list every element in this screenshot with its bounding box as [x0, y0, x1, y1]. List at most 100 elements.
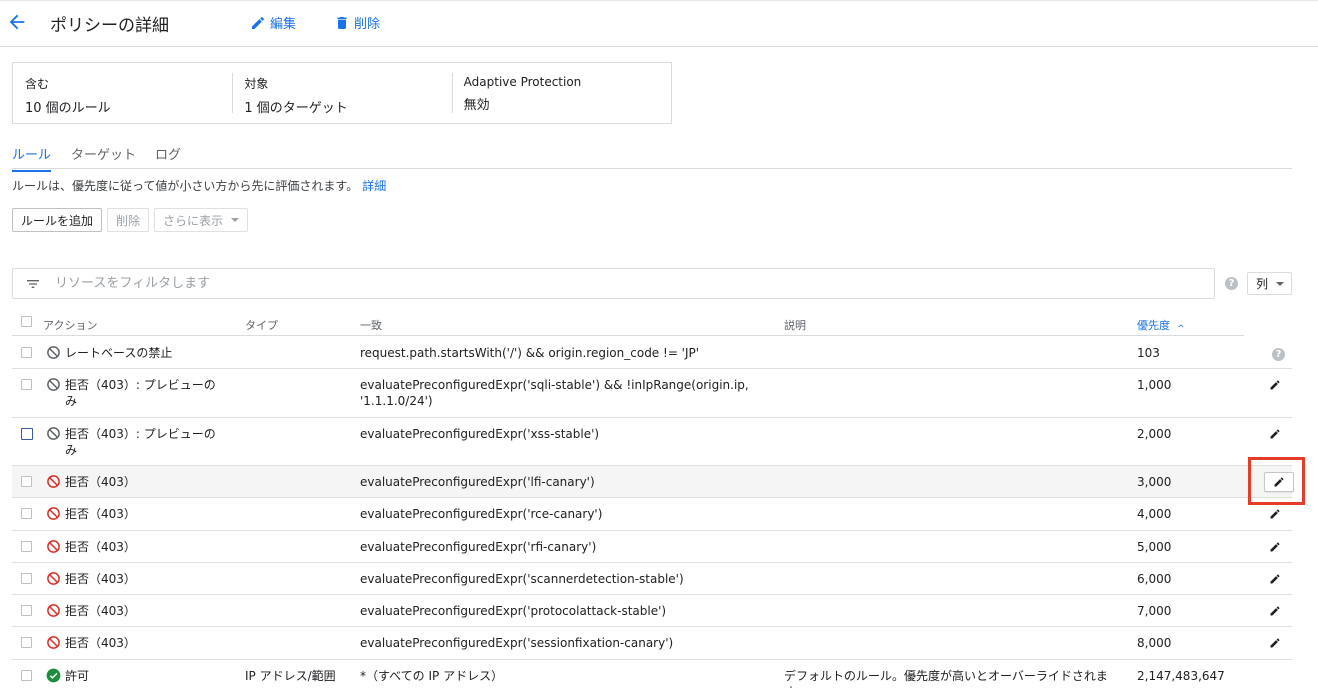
row-priority: 3,000	[1137, 475, 1172, 489]
row-match: evaluatePreconfiguredExpr('xss-stable')	[360, 427, 600, 441]
edit-rule-button[interactable]	[1268, 572, 1282, 586]
column-header-priority[interactable]: 優先度	[1137, 317, 1186, 333]
column-header-action[interactable]: アクション	[43, 317, 97, 333]
table-row[interactable]: 拒否（403） evaluatePreconfiguredExpr('protoc…	[12, 595, 1292, 627]
column-header-type[interactable]: タイプ	[245, 317, 278, 333]
edit-policy-button[interactable]: 編集	[250, 13, 296, 32]
row-match: evaluatePreconfiguredExpr('rfi-canary')	[360, 540, 597, 554]
row-match: evaluatePreconfiguredExpr('sessionfixati…	[360, 636, 674, 650]
row-priority: 1,000	[1137, 378, 1172, 392]
table-row[interactable]: 拒否（403） evaluatePreconfiguredExpr('rfi-ca…	[12, 531, 1292, 563]
select-all-checkbox[interactable]	[21, 316, 32, 327]
ban-red-icon	[46, 506, 61, 525]
help-icon[interactable]: ?	[1272, 348, 1285, 361]
row-priority: 4,000	[1137, 507, 1172, 521]
row-priority: 5,000	[1137, 540, 1172, 554]
top-bar: ポリシーの詳細 編集 削除	[0, 0, 1318, 47]
more-dropdown-button[interactable]: さらに表示	[154, 208, 249, 232]
edit-policy-label: 編集	[270, 17, 297, 32]
table-row[interactable]: 許可 IP アドレス/範囲 *（すべての IP アドレス） デフォルトのルール。優先度…	[12, 660, 1292, 688]
filter-input[interactable]	[55, 276, 955, 291]
row-match: *（すべての IP アドレス）	[360, 669, 504, 683]
row-action: 拒否（403）: プレビューの み	[65, 378, 216, 408]
table-row[interactable]: 拒否（403） evaluatePreconfiguredExpr('sessio…	[12, 627, 1292, 660]
row-match: evaluatePreconfiguredExpr('rce-canary')	[360, 507, 603, 521]
row-action: 許可	[65, 669, 90, 683]
policy-summary-card: 含む 10 個のルール 対象 1 個のターゲット Adaptive Protec…	[12, 62, 672, 124]
delete-policy-button[interactable]: 削除	[334, 13, 380, 32]
row-checkbox[interactable]	[21, 573, 32, 584]
summary-label: Adaptive Protection	[463, 75, 582, 89]
row-match: evaluatePreconfiguredExpr('protocolattac…	[360, 604, 667, 618]
more-dropdown-label: さらに表示	[163, 213, 224, 228]
tab-rules[interactable]: ルール	[12, 144, 52, 172]
columns-button[interactable]: 列	[1247, 272, 1292, 295]
filter-icon	[27, 279, 39, 288]
row-checkbox[interactable]	[21, 637, 32, 648]
summary-label: 含む	[25, 77, 50, 91]
row-match: evaluatePreconfiguredExpr('sqli-stable')…	[360, 378, 749, 408]
table-row[interactable]: 拒否（403）: プレビューの み evaluatePreconfiguredEx…	[12, 369, 1292, 418]
column-header-description[interactable]: 説明	[784, 317, 806, 333]
row-priority: 2,000	[1137, 427, 1172, 441]
row-action: 拒否（403）	[65, 475, 136, 489]
learn-more-link[interactable]: 詳細	[362, 179, 386, 193]
row-checkbox[interactable]	[21, 670, 32, 681]
caret-down-icon	[231, 218, 240, 222]
pencil-icon	[252, 16, 265, 29]
edit-rule-button[interactable]	[1268, 636, 1282, 650]
row-checkbox[interactable]	[21, 379, 32, 390]
edit-rule-button[interactable]	[1268, 378, 1282, 392]
tab-logs[interactable]: ログ	[155, 144, 181, 170]
table-row[interactable]: 拒否（403） evaluatePreconfiguredExpr('lfi-ca…	[12, 466, 1294, 498]
row-action: レートベースの禁止	[65, 346, 173, 360]
page-title: ポリシーの詳細	[50, 16, 169, 36]
row-action: 拒否（403）	[65, 604, 136, 618]
summary-value: 10 個のルール	[25, 101, 111, 116]
row-priority: 6,000	[1137, 572, 1172, 586]
row-checkbox[interactable]	[21, 476, 32, 487]
ban-gray-icon	[46, 377, 61, 396]
summary-label: 対象	[244, 77, 269, 91]
column-header-priority-label: 優先度	[1137, 319, 1170, 332]
row-action: 拒否（403）: プレビューの み	[65, 427, 216, 457]
add-rule-button[interactable]: ルールを追加	[12, 208, 103, 232]
back-arrow-icon[interactable]	[6, 11, 28, 33]
column-header-match[interactable]: 一致	[360, 317, 382, 333]
table-row[interactable]: レートベースの禁止 request.path.startsWith('/') &&…	[12, 337, 1292, 369]
row-action: 拒否（403）	[65, 636, 136, 650]
edit-rule-button[interactable]	[1268, 540, 1282, 554]
row-description: デフォルトのルール。優先度が高いとオーバーライドされま す	[784, 669, 1108, 688]
row-priority: 7,000	[1137, 604, 1172, 618]
row-checkbox[interactable]	[21, 541, 32, 552]
delete-policy-label: 削除	[354, 17, 381, 32]
ban-red-icon	[46, 571, 61, 590]
rules-description-text: ルールは、優先度に従って値が小さい方から先に評価されます。	[12, 179, 359, 193]
row-checkbox[interactable]	[21, 428, 33, 440]
row-action: 拒否（403）	[65, 540, 136, 554]
row-priority: 103	[1137, 346, 1160, 360]
delete-rule-button[interactable]: 削除	[107, 208, 150, 232]
table-row[interactable]: 拒否（403）: プレビューの み evaluatePreconfiguredEx…	[12, 418, 1292, 466]
columns-button-label: 列	[1256, 277, 1269, 291]
row-checkbox[interactable]	[21, 347, 32, 358]
table-row[interactable]: 拒否（403） evaluatePreconfiguredExpr('scanne…	[12, 563, 1292, 595]
summary-includes: 含む 10 個のルール	[13, 63, 232, 123]
edit-rule-button[interactable]	[1268, 427, 1282, 441]
row-priority: 2,147,483,647	[1137, 669, 1225, 683]
row-checkbox[interactable]	[21, 605, 32, 616]
ban-red-icon	[46, 474, 61, 493]
highlight-annotation-box	[1248, 457, 1305, 505]
summary-adaptive-protection: Adaptive Protection 無効	[451, 63, 671, 123]
tab-targets[interactable]: ターゲット	[71, 144, 136, 170]
row-checkbox[interactable]	[21, 508, 32, 519]
row-match: evaluatePreconfiguredExpr('scannerdetect…	[360, 572, 684, 586]
check-circle-green-icon	[46, 668, 61, 687]
table-row[interactable]: 拒否（403） evaluatePreconfiguredExpr('rce-ca…	[12, 498, 1292, 531]
edit-rule-button[interactable]	[1268, 604, 1282, 618]
ban-gray-icon	[46, 345, 61, 364]
ban-gray-icon	[46, 426, 61, 445]
summary-value: 無効	[463, 98, 490, 113]
edit-rule-button[interactable]	[1268, 507, 1282, 521]
help-icon[interactable]: ?	[1225, 277, 1238, 290]
